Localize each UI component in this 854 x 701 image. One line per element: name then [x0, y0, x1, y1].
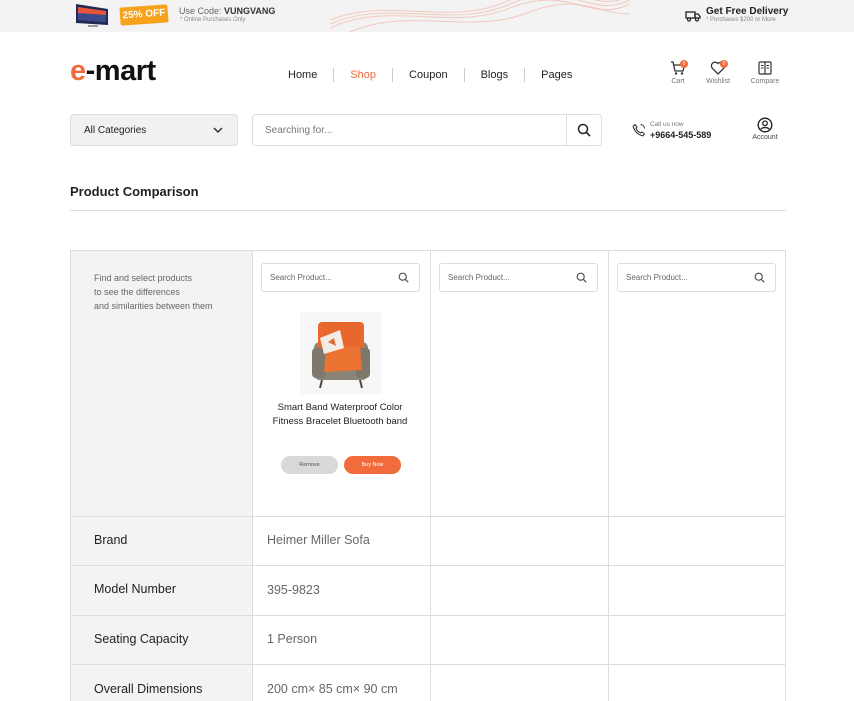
product-name-line: Smart Band Waterproof Color: [277, 402, 403, 413]
main-nav: Home Shop Coupon Blogs Pages: [272, 66, 588, 84]
nav-pages[interactable]: Pages: [525, 68, 588, 82]
search-icon: [577, 123, 591, 137]
delivery-note: * Purchases $200 or More: [706, 17, 776, 23]
account-label: Account: [752, 134, 778, 141]
row-divider: [70, 664, 786, 665]
compare-label: Compare: [750, 78, 780, 85]
product-search-2: [439, 263, 598, 292]
nav-home[interactable]: Home: [272, 68, 335, 82]
product-name[interactable]: Smart Band Waterproof Color Fitness Brac…: [260, 401, 420, 429]
wishlist-count-badge: 0: [720, 60, 728, 68]
site-logo[interactable]: e-mart: [70, 55, 156, 88]
row-divider: [70, 565, 786, 566]
search-icon[interactable]: [398, 272, 409, 283]
row-value-overall-dimensions: 200 cm× 85 cm× 90 cm: [267, 682, 398, 696]
search-bar: [252, 114, 602, 146]
tv-promo-image: [76, 4, 108, 27]
call-label: Call us now: [650, 121, 684, 128]
cart-count-badge: 0: [680, 60, 688, 68]
user-icon: [757, 117, 773, 133]
nav-coupon[interactable]: Coupon: [393, 68, 465, 82]
category-select-value: All Categories: [84, 125, 147, 136]
search-button[interactable]: [566, 115, 601, 145]
truck-icon: [685, 11, 701, 22]
row-value-seating-capacity: 1 Person: [267, 632, 318, 646]
title-divider: [70, 210, 786, 211]
promo-code-prefix: Use Code:: [179, 6, 222, 16]
delivery-title: Get Free Delivery: [706, 6, 789, 17]
comparison-intro: Find and select products to see the diff…: [94, 271, 244, 313]
search-input[interactable]: [253, 115, 567, 145]
wishlist-label: Wishlist: [705, 78, 731, 85]
row-label-seating-capacity: Seating Capacity: [94, 632, 189, 646]
compare-icon: [758, 61, 772, 75]
column-divider: [608, 250, 609, 701]
logo-first-letter: e: [70, 55, 86, 87]
account-button[interactable]: Account: [745, 117, 785, 141]
intro-line: to see the differences: [94, 287, 180, 297]
compare-button[interactable]: Compare: [745, 60, 785, 85]
logo-rest: -mart: [85, 55, 157, 87]
comparison-table: Find and select products to see the diff…: [70, 250, 786, 701]
nav-blogs[interactable]: Blogs: [465, 68, 526, 82]
row-divider: [70, 516, 786, 517]
row-divider: [70, 615, 786, 616]
call-number[interactable]: +9664-545-589: [650, 130, 711, 140]
cart-label: Cart: [671, 78, 685, 85]
promo-code-line: Use Code: VUNGVANG: [179, 6, 275, 16]
promo-code: VUNGVANG: [224, 6, 276, 16]
product-search-3: [617, 263, 776, 292]
category-select[interactable]: All Categories: [70, 114, 238, 146]
product-image[interactable]: [300, 312, 382, 394]
row-label-overall-dimensions: Overall Dimensions: [94, 682, 203, 696]
product-name-line: Fitness Bracelet Bluetooth band: [272, 416, 408, 427]
buy-now-button[interactable]: Buy Now: [344, 456, 401, 474]
decorative-wave-pattern: [330, 0, 630, 32]
table-border-top: [70, 250, 786, 251]
product-search-input[interactable]: [618, 264, 743, 291]
table-border-right: [785, 250, 786, 701]
table-border-left: [70, 250, 71, 701]
product-search-input[interactable]: [440, 264, 565, 291]
product-search-1: [261, 263, 420, 292]
promo-bar: 25% OFF Use Code: VUNGVANG * Online Purc…: [0, 0, 854, 32]
promo-note: * Online Purchases Only: [180, 17, 246, 23]
row-label-brand: Brand: [94, 533, 128, 547]
page-title: Product Comparison: [70, 184, 199, 199]
intro-line: Find and select products: [94, 273, 193, 283]
column-divider: [430, 250, 431, 701]
search-icon[interactable]: [576, 272, 587, 283]
row-value-model-number: 395-9823: [267, 583, 320, 597]
product-search-input[interactable]: [262, 264, 387, 291]
phone-icon: [632, 123, 646, 137]
chevron-down-icon: [213, 127, 223, 134]
intro-line: and similarities between them: [94, 301, 213, 311]
row-label-model-number: Model Number: [94, 582, 176, 596]
discount-badge: 25% OFF: [119, 4, 169, 26]
cart-button[interactable]: 0 Cart: [658, 60, 698, 85]
column-divider: [252, 250, 253, 701]
search-icon[interactable]: [754, 272, 765, 283]
nav-shop[interactable]: Shop: [334, 68, 394, 82]
row-value-brand: Heimer Miller Sofa: [267, 533, 370, 547]
wishlist-button[interactable]: 0 Wishlist: [698, 60, 738, 85]
remove-button[interactable]: Remove: [281, 456, 338, 474]
